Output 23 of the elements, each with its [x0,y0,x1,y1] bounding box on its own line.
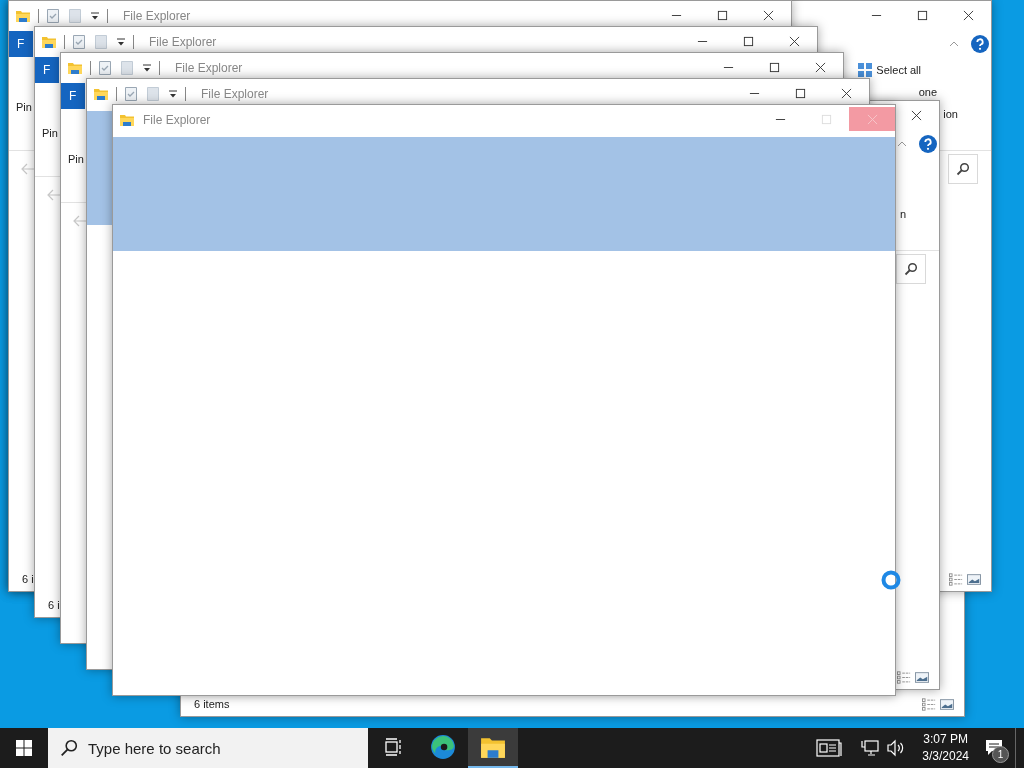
ribbon-command[interactable]: Pin [68,153,84,165]
item-count: 6 i [48,599,60,611]
ribbon-command[interactable]: Pin [16,101,32,113]
ribbon-command[interactable]: n [899,208,906,220]
window-title: File Explorer [143,113,211,127]
window-title: File Explorer [123,9,191,23]
clock[interactable]: 3:07 PM 3/3/2024 [912,731,979,765]
item-count: 6 items [194,698,230,710]
window-title: File Explorer [149,35,217,49]
file-tab[interactable]: F [35,57,59,83]
ribbon-command[interactable]: ion [943,108,958,120]
file-tab[interactable]: F [61,83,85,109]
search-field[interactable]: Type here to search [48,728,368,768]
ribbon-command[interactable]: Select all [876,64,921,76]
clock-date: 3/3/2024 [922,748,969,765]
window-title: File Explorer [201,87,269,101]
notification-badge: 1 [992,746,1009,763]
window-title: File Explorer [175,61,243,75]
item-count: 6 i [22,573,34,585]
ribbon-command[interactable]: Pin [42,127,58,139]
file-tab[interactable]: F [9,31,33,57]
clock-time: 3:07 PM [923,731,968,748]
ribbon-command[interactable]: one [918,86,937,98]
